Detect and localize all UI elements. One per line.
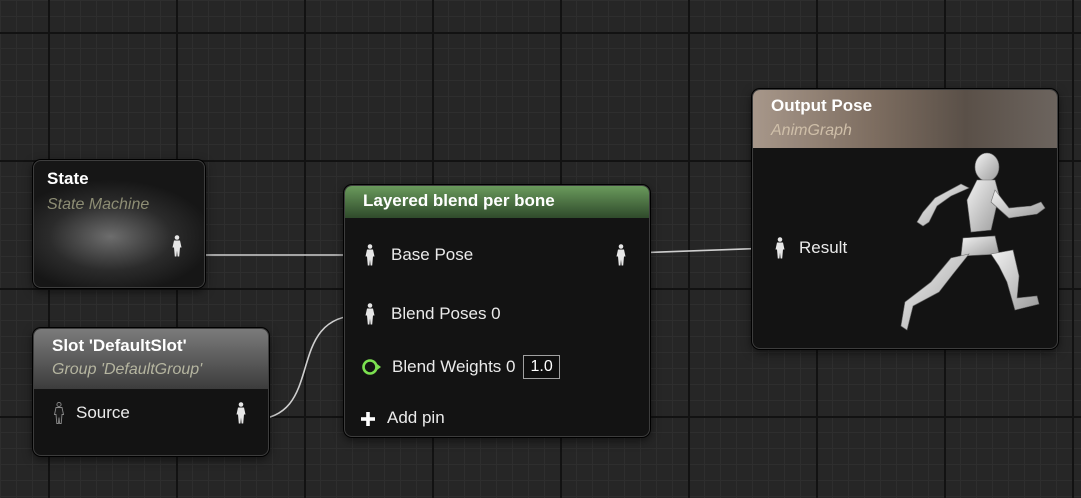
source-pin-row[interactable]: Source <box>52 402 130 424</box>
output-pose-node[interactable]: Output Pose AnimGraph Result <box>752 89 1058 349</box>
base-pose-label: Base Pose <box>391 245 474 264</box>
slot-node[interactable]: Slot 'DefaultSlot' Group 'DefaultGroup' … <box>33 328 269 456</box>
pose-pin-icon[interactable] <box>52 402 66 424</box>
float-pin-icon[interactable] <box>361 358 383 376</box>
source-label: Source <box>76 403 130 422</box>
node-subtitle: Group 'DefaultGroup' <box>52 361 203 378</box>
pose-pin-icon[interactable] <box>363 244 377 266</box>
node-title: Output Pose <box>771 96 873 115</box>
blend-weights-value-input[interactable]: 1.0 <box>523 355 560 379</box>
wire-blend-to-result[interactable] <box>631 247 773 254</box>
blend-poses-pin-row[interactable]: Blend Poses 0 <box>363 303 501 325</box>
node-title: Layered blend per bone <box>363 191 555 210</box>
node-title: State <box>47 169 89 188</box>
plus-icon <box>361 411 375 426</box>
node-subtitle: AnimGraph <box>771 122 852 139</box>
result-pin-row[interactable]: Result <box>773 237 847 259</box>
layered-blend-per-bone-node[interactable]: Layered blend per bone Base Pose Blend P… <box>344 185 650 437</box>
result-label: Result <box>799 238 848 257</box>
node-title: Slot 'DefaultSlot' <box>52 336 187 355</box>
pose-pin-icon[interactable] <box>773 237 787 259</box>
add-pin-label: Add pin <box>387 408 445 427</box>
blend-poses-label: Blend Poses 0 <box>391 304 501 323</box>
state-machine-node[interactable]: State State Machine <box>33 160 205 288</box>
blend-weights-pin-row[interactable]: Blend Weights 0 1.0 <box>361 355 560 379</box>
pose-pin-icon[interactable] <box>170 235 184 257</box>
mannequin-running-icon <box>900 152 1046 331</box>
pose-pin-icon[interactable] <box>234 402 248 424</box>
pose-pin-icon[interactable] <box>363 303 377 325</box>
add-pin-button[interactable]: Add pin <box>361 408 445 428</box>
pose-pin-icon[interactable] <box>614 244 628 266</box>
base-pose-pin-row[interactable]: Base Pose <box>363 244 473 266</box>
blend-weights-label: Blend Weights 0 <box>392 357 516 376</box>
node-subtitle: State Machine <box>47 196 150 213</box>
